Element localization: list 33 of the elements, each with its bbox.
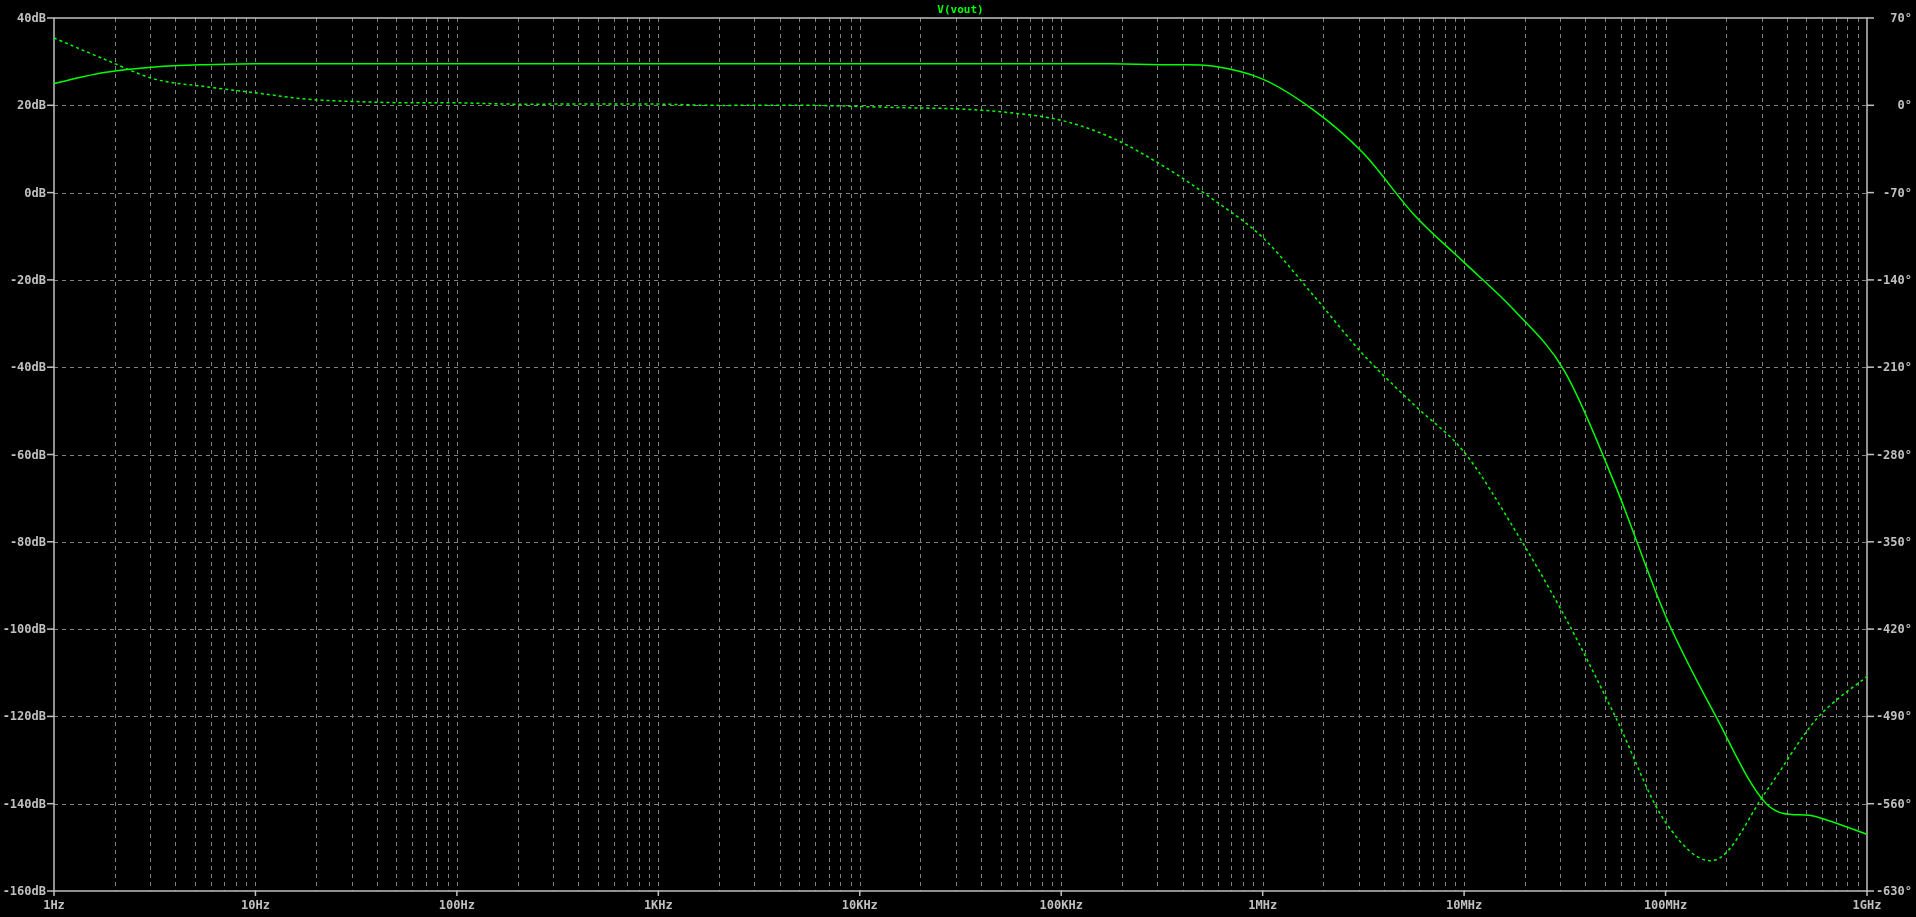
axis-tick-label: -100dB: [2, 622, 46, 637]
axis-tick-label: 10Hz: [241, 898, 270, 912]
axis-tick-label: -420°: [1875, 622, 1912, 637]
axis-tick-label: 20dB: [17, 98, 46, 113]
axis-tick-label: 70°: [1890, 11, 1912, 25]
axis-tick-label: 0°: [1897, 98, 1912, 113]
axis-tick-label: 1Hz: [43, 898, 65, 912]
axis-tick-label: 0dB: [24, 185, 46, 200]
axis-tick-label: -120dB: [2, 709, 46, 724]
axis-tick-label: 1KHz: [643, 898, 673, 912]
axis-tick-label: 100MHz: [1643, 898, 1688, 912]
axis-tick-label: -210°: [1875, 360, 1912, 375]
axis-tick-label: -560°: [1875, 796, 1912, 811]
axis-tick-label: -140°: [1875, 272, 1912, 287]
axis-tick-label: -490°: [1875, 709, 1912, 724]
axis-tick-label: 100Hz: [438, 898, 475, 912]
axis-tick-label: 10MHz: [1446, 898, 1483, 912]
plot-title: V(vout): [937, 3, 984, 16]
axis-tick-label: -630°: [1875, 884, 1912, 898]
axis-tick-label: -140dB: [2, 796, 46, 811]
axis-tick-label: 1MHz: [1248, 898, 1278, 912]
axis-tick-label: -160dB: [2, 884, 46, 898]
axis-tick-label: -20dB: [9, 272, 46, 287]
axis-tick-label: 40dB: [17, 11, 46, 25]
axis-tick-label: 10KHz: [841, 898, 878, 912]
axis-tick-label: -40dB: [9, 360, 46, 375]
axis-tick-label: -70°: [1883, 185, 1912, 200]
axis-tick-label: 100KHz: [1039, 898, 1083, 912]
axis-tick-label: 1GHz: [1852, 898, 1882, 912]
axis-tick-label: -60dB: [9, 447, 46, 462]
axis-tick-label: -80dB: [9, 534, 46, 549]
axis-tick-label: -280°: [1875, 447, 1912, 462]
axis-tick-label: -350°: [1875, 534, 1912, 549]
